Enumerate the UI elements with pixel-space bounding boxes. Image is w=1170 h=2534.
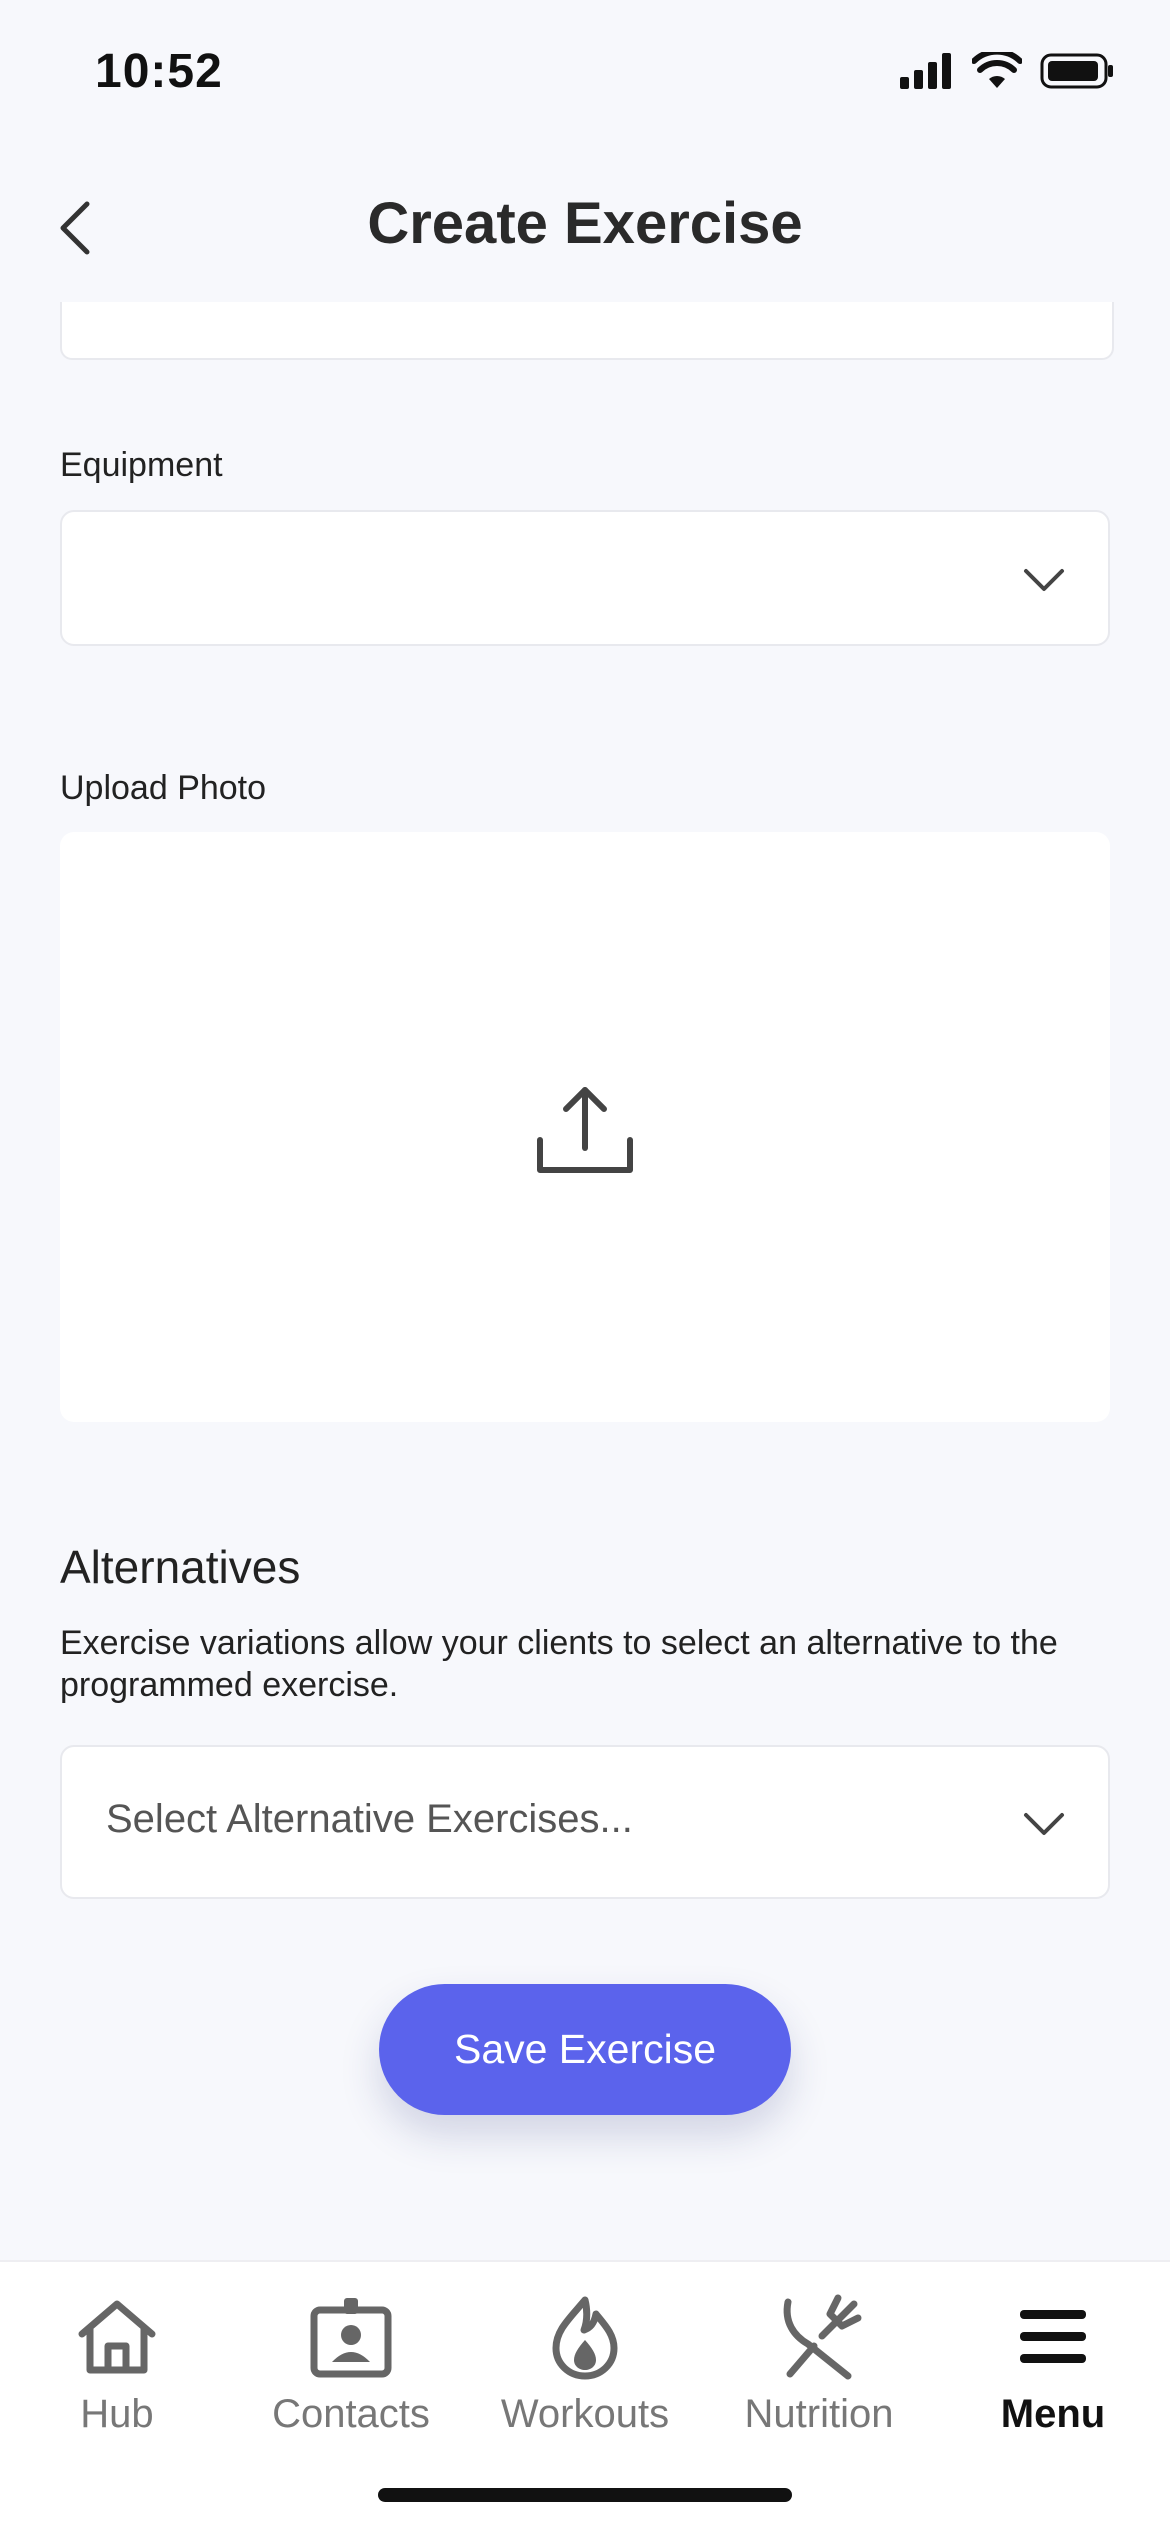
home-icon (78, 2300, 156, 2374)
alternative-exercises-select[interactable]: Select Alternative Exercises... (60, 1745, 1110, 1899)
tab-hub[interactable]: Hub (0, 2292, 234, 2437)
tab-nutrition[interactable]: Nutrition (702, 2292, 936, 2437)
upload-photo-area[interactable] (60, 832, 1110, 1422)
status-time: 10:52 (95, 45, 223, 98)
contact-card-icon (310, 2298, 392, 2378)
battery-icon (1040, 53, 1113, 89)
tab-workouts[interactable]: Workouts (468, 2292, 702, 2437)
tab-contacts[interactable]: Contacts (234, 2292, 468, 2437)
chevron-down-icon (1024, 1813, 1064, 1835)
tab-contacts-label: Contacts (272, 2392, 430, 2436)
tab-nutrition-label: Nutrition (744, 2392, 894, 2436)
tab-menu-label: Menu (1000, 2392, 1106, 2436)
tab-workouts-label: Workouts (500, 2392, 670, 2436)
cellular-signal-icon (900, 53, 951, 89)
upload-photo-label: Upload Photo (60, 769, 267, 807)
upload-icon (537, 1087, 633, 1173)
page-title: Create Exercise (367, 191, 803, 256)
equipment-label: Equipment (60, 446, 223, 484)
flame-icon (552, 2296, 618, 2380)
home-indicator (378, 2488, 792, 2502)
status-icons (900, 52, 1114, 90)
alternatives-title: Alternatives (60, 1541, 301, 1593)
status-bar: 10:52 (0, 0, 1170, 150)
alternative-exercises-placeholder: Select Alternative Exercises... (106, 1797, 633, 1841)
tab-hub-label: Hub (80, 2392, 154, 2436)
tab-menu[interactable]: Menu (936, 2292, 1170, 2437)
previous-field-card[interactable] (60, 302, 1114, 360)
fork-knife-icon (783, 2294, 862, 2380)
equipment-select[interactable] (60, 510, 1110, 646)
alternatives-description: Exercise variations allow your clients t… (60, 1624, 1058, 1704)
hamburger-menu-icon (1020, 2310, 1086, 2363)
chevron-down-icon (1024, 569, 1064, 591)
nav-header: Create Exercise (0, 150, 1170, 320)
save-exercise-button[interactable]: Save Exercise (379, 1984, 791, 2115)
wifi-icon (972, 52, 1022, 88)
